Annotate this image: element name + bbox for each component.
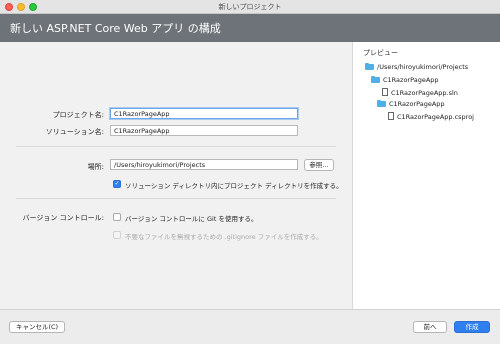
preview-title: プレビュー [363, 49, 398, 57]
tree-item-label: C1RazorPageApp [389, 100, 445, 108]
cancel-button[interactable]: キャンセル(C) [9, 321, 65, 333]
file-icon [388, 112, 394, 120]
dialog-header: 新しい ASP.NET Core Web アプリ の構成 [0, 14, 500, 42]
tree-item: C1RazorPageApp.sln [382, 88, 458, 97]
folder-icon [377, 100, 386, 107]
tree-item: C1RazorPageApp [371, 76, 439, 84]
new-project-window: 新しいプロジェクト 新しい ASP.NET Core Web アプリ の構成 プ… [0, 0, 500, 344]
create-button[interactable]: 作成 [454, 321, 490, 333]
tree-item-label: C1RazorPageApp [383, 76, 439, 84]
location-input[interactable]: /Users/hiroyukimori/Projects [110, 159, 298, 170]
solution-name-input[interactable]: C1RazorPageApp [110, 125, 298, 136]
back-button[interactable]: 前へ [413, 321, 447, 333]
gitignore-checkbox[interactable] [113, 231, 121, 239]
git-label: バージョン コントロールに Git を使用する。 [125, 215, 258, 223]
vcs-label: バージョン コントロール: [22, 214, 104, 222]
file-icon [382, 88, 388, 96]
project-name-input[interactable]: C1RazorPageApp [110, 108, 298, 119]
window-title: 新しいプロジェクト [218, 3, 282, 11]
section-divider [16, 146, 336, 147]
create-dir-label: ソリューション ディレクトリ内にプロジェクト ディレクトリを作成する。 [125, 182, 343, 190]
tree-item: C1RazorPageApp [377, 100, 445, 108]
checkmark-icon: ✓ [114, 180, 120, 187]
config-form: プロジェクト名: C1RazorPageApp ソリューション名: C1Razo… [0, 42, 352, 309]
tree-item: /Users/hiroyukimori/Projects [365, 63, 468, 71]
folder-icon [371, 76, 380, 83]
tree-item-label: C1RazorPageApp.sln [391, 89, 458, 97]
project-name-label: プロジェクト名: [52, 111, 104, 119]
location-label: 場所: [87, 163, 104, 171]
preview-panel: プレビュー /Users/hiroyukimori/Projects C1Raz… [352, 42, 500, 309]
tree-item-label: C1RazorPageApp.csproj [397, 113, 474, 121]
browse-button[interactable]: 参照... [304, 159, 334, 171]
gitignore-label: 不要なファイルを無視するための .gitignore ファイルを作成する。 [125, 233, 323, 241]
page-title: 新しい ASP.NET Core Web アプリ の構成 [10, 22, 221, 35]
folder-icon [365, 63, 374, 70]
title-bar: 新しいプロジェクト [0, 0, 500, 14]
tree-item-label: /Users/hiroyukimori/Projects [377, 63, 469, 71]
tree-item: C1RazorPageApp.csproj [388, 112, 474, 121]
git-checkbox[interactable] [113, 213, 121, 221]
dialog-footer: キャンセル(C) 前へ 作成 [0, 309, 500, 344]
section-divider [16, 198, 336, 199]
create-dir-checkbox[interactable]: ✓ [113, 180, 121, 188]
solution-name-label: ソリューション名: [45, 128, 104, 136]
